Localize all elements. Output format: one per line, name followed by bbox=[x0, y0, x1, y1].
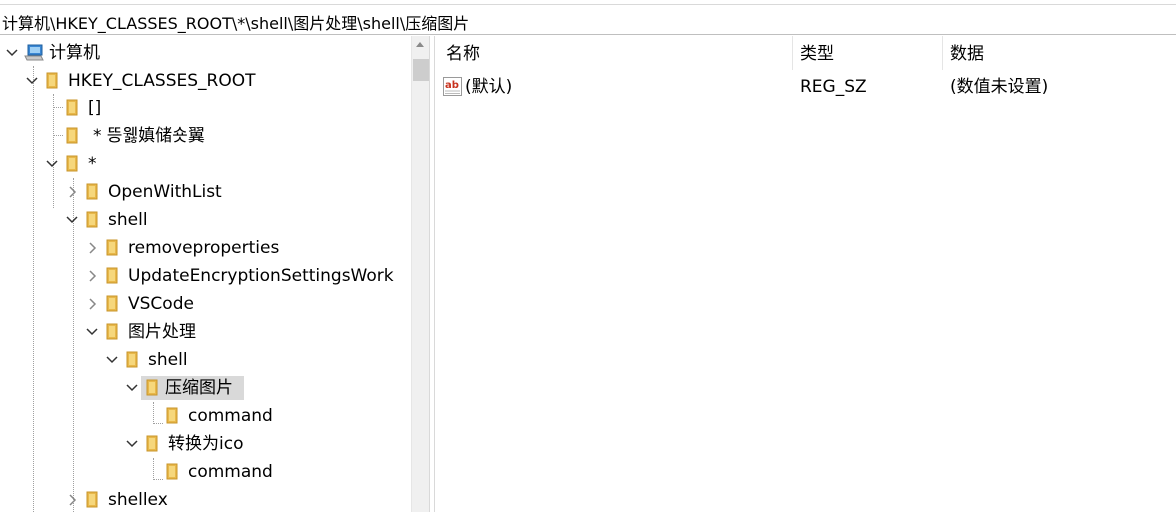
column-header-name[interactable]: 名称 bbox=[436, 36, 792, 70]
tree-item-vscode[interactable]: VSCode bbox=[0, 291, 411, 317]
tree-scrollbar[interactable] bbox=[411, 36, 429, 512]
tree-item-openwithlist[interactable]: OpenWithList bbox=[0, 179, 411, 205]
tree-item-label: 转换为ico bbox=[168, 434, 244, 454]
value-data: (数值未设置) bbox=[950, 77, 1049, 97]
folder-icon bbox=[106, 295, 119, 312]
scroll-up-arrow-icon[interactable] bbox=[416, 42, 424, 47]
folder-icon bbox=[46, 72, 59, 89]
tree-item-image-processing[interactable]: 图片处理 bbox=[0, 319, 411, 345]
chevron-down-icon[interactable] bbox=[66, 214, 78, 226]
folder-icon bbox=[126, 351, 139, 368]
tree-item-label: * bbox=[88, 154, 97, 174]
tree-item-shell-sub[interactable]: shell bbox=[0, 347, 411, 373]
value-name: (默认) bbox=[465, 77, 513, 97]
chevron-right-icon[interactable] bbox=[86, 242, 98, 254]
tree-item-compress-image[interactable]: 压缩图片 bbox=[0, 375, 411, 401]
chevron-right-icon[interactable] bbox=[66, 186, 78, 198]
address-bar[interactable]: 计算机\HKEY_CLASSES_ROOT\*\shell\图片处理\shell… bbox=[0, 4, 1176, 35]
chevron-right-icon[interactable] bbox=[86, 270, 98, 282]
tree-item-label: OpenWithList bbox=[108, 182, 222, 202]
tree-item-label: VSCode bbox=[128, 294, 194, 314]
tree-item-removeproperties[interactable]: removeproperties bbox=[0, 235, 411, 261]
string-value-icon: ab bbox=[443, 77, 462, 96]
tree-item-command[interactable]: command bbox=[0, 403, 411, 429]
tree-item-hkcr[interactable]: HKEY_CLASSES_ROOT bbox=[0, 68, 411, 94]
chevron-down-icon[interactable] bbox=[26, 75, 38, 87]
registry-tree[interactable]: 计算机 HKEY_CLASSES_ROOT [] * 뜽웷嫃储숏翼 * Open… bbox=[0, 36, 411, 512]
list-row[interactable]: ab (默认) REG_SZ (数值未设置) bbox=[436, 74, 1176, 100]
tree-item-convert-ico[interactable]: 转换为ico bbox=[0, 431, 411, 457]
chevron-down-icon[interactable] bbox=[46, 158, 58, 170]
folder-icon bbox=[166, 463, 179, 480]
pane-splitter[interactable] bbox=[429, 36, 435, 512]
tree-item-command[interactable]: command bbox=[0, 459, 411, 485]
tree-item-label: shell bbox=[108, 210, 148, 230]
address-path[interactable]: 计算机\HKEY_CLASSES_ROOT\*\shell\图片处理\shell… bbox=[2, 10, 469, 34]
scrollbar-thumb[interactable] bbox=[413, 59, 429, 81]
values-list[interactable]: 名称 类型 数据 ab (默认) REG_SZ (数值未设置) bbox=[436, 36, 1176, 512]
chevron-right-icon[interactable] bbox=[86, 298, 98, 310]
chevron-down-icon[interactable] bbox=[6, 47, 18, 59]
folder-icon bbox=[166, 407, 179, 424]
folder-icon bbox=[146, 379, 159, 396]
tree-item-label: removeproperties bbox=[128, 238, 280, 258]
list-header: 名称 类型 数据 bbox=[436, 36, 1176, 70]
folder-icon bbox=[86, 491, 99, 508]
tree-item-label: 计算机 bbox=[49, 43, 100, 63]
tree-item-label: shellex bbox=[108, 490, 168, 510]
chevron-down-icon[interactable] bbox=[86, 326, 98, 338]
chevron-right-icon[interactable] bbox=[66, 494, 78, 506]
tree-item-label: shell bbox=[148, 350, 188, 370]
folder-icon bbox=[66, 155, 79, 172]
folder-icon bbox=[66, 99, 79, 116]
folder-icon bbox=[66, 127, 79, 144]
tree-item-updateencryption[interactable]: UpdateEncryptionSettingsWork bbox=[0, 263, 411, 289]
tree-item-label: * 뜽웷嫃储숏翼 bbox=[93, 126, 205, 146]
tree-item-shell[interactable]: shell bbox=[0, 207, 411, 233]
computer-icon bbox=[24, 44, 44, 62]
tree-item-label: command bbox=[188, 406, 273, 426]
tree-item-shellex[interactable]: shellex bbox=[0, 487, 411, 512]
chevron-down-icon[interactable] bbox=[106, 354, 118, 366]
folder-icon bbox=[146, 435, 159, 452]
folder-icon bbox=[86, 183, 99, 200]
tree-item-label: 图片处理 bbox=[128, 322, 196, 342]
value-type: REG_SZ bbox=[800, 77, 867, 97]
folder-icon bbox=[106, 323, 119, 340]
tree-item-computer[interactable]: 计算机 bbox=[0, 40, 411, 66]
folder-icon bbox=[106, 239, 119, 256]
tree-item-label: UpdateEncryptionSettingsWork bbox=[128, 266, 394, 286]
folder-icon bbox=[106, 267, 119, 284]
column-header-data[interactable]: 数据 bbox=[940, 36, 1176, 70]
tree-item-key[interactable]: * 뜽웷嫃储숏翼 bbox=[0, 123, 411, 149]
column-header-type[interactable]: 类型 bbox=[790, 36, 942, 70]
chevron-down-icon[interactable] bbox=[126, 438, 138, 450]
tree-item-label: command bbox=[188, 462, 273, 482]
tree-item-label: HKEY_CLASSES_ROOT bbox=[68, 71, 256, 91]
svg-text:ab: ab bbox=[445, 80, 459, 91]
tree-item-label: [] bbox=[88, 98, 102, 118]
tree-item-key[interactable]: [] bbox=[0, 95, 411, 121]
folder-icon bbox=[86, 211, 99, 228]
chevron-down-icon[interactable] bbox=[126, 382, 138, 394]
tree-item-asterisk[interactable]: * bbox=[0, 151, 411, 177]
